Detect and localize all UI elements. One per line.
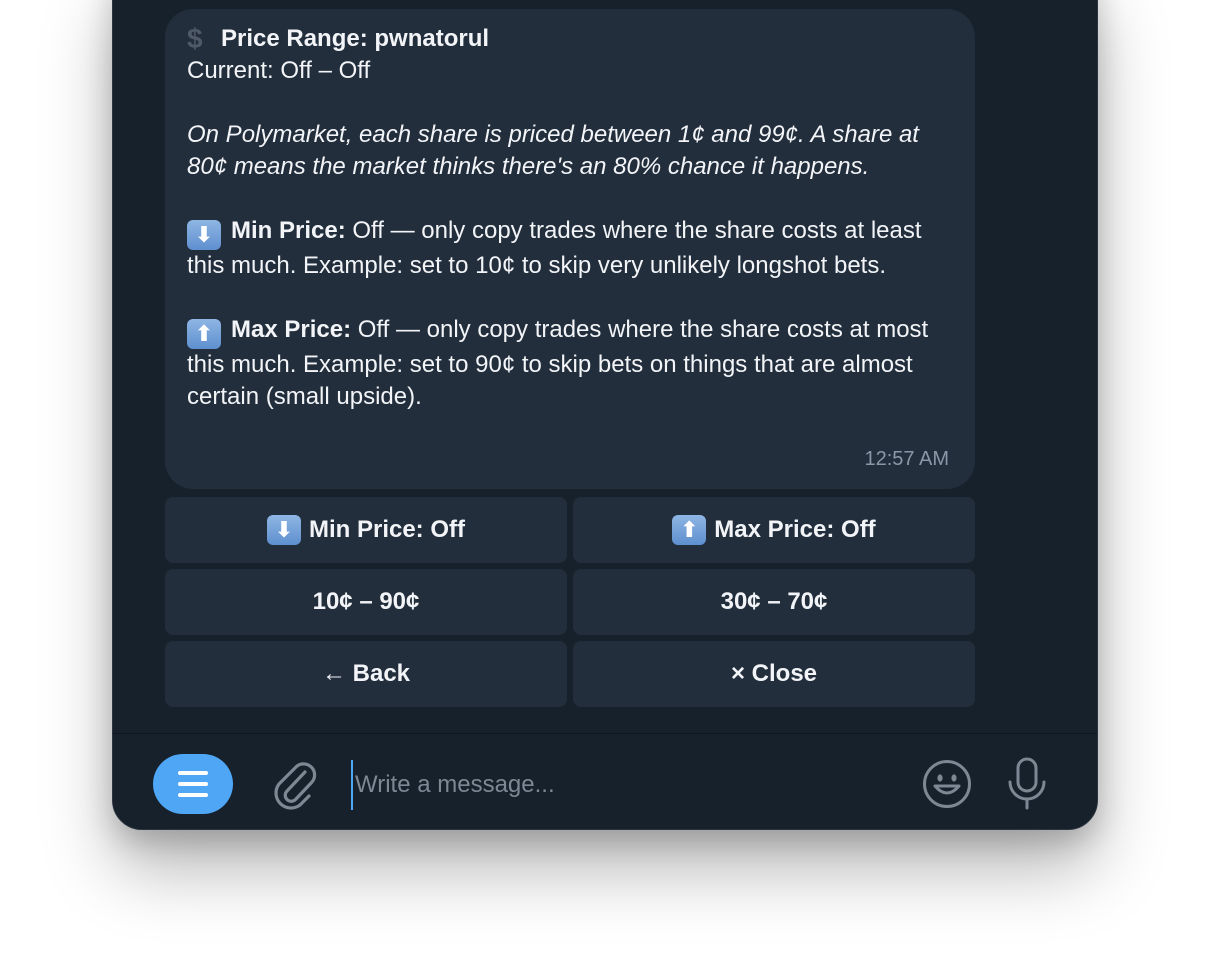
menu-icon-bar [178, 771, 208, 775]
emoji-icon[interactable] [921, 758, 973, 810]
message-input[interactable] [351, 760, 895, 810]
max-price-label: Max Price: [231, 316, 352, 343]
min-price-button-label: Min Price: Off [308, 516, 465, 543]
explanation-text: On Polymarket, each share is priced betw… [187, 121, 919, 180]
message-composer [113, 733, 1097, 829]
microphone-icon[interactable] [1005, 756, 1049, 812]
close-button[interactable]: × Close [573, 641, 975, 707]
dollar-icon: $ [187, 23, 203, 54]
menu-icon-bar [178, 782, 208, 786]
message-timestamp: 12:57 AM [864, 448, 949, 470]
inline-keyboard: ⬇ Min Price: Off ⬆ Max Price: Off 10¢ – 90… [165, 497, 975, 707]
preset-10-90-button[interactable]: 10¢ – 90¢ [165, 569, 567, 635]
current-range: Current: Off – Off [187, 57, 371, 84]
menu-icon-bar [178, 793, 208, 797]
back-button[interactable]: ← Back [165, 641, 567, 707]
bot-message-bubble: $ Price Range: pwnatorul Current: Off – O… [165, 9, 975, 489]
min-price-label: Min Price: [231, 217, 346, 244]
preset-30-70-button[interactable]: 30¢ – 70¢ [573, 569, 975, 635]
menu-button[interactable] [153, 754, 233, 814]
message-title: Price Range: pwnatorul [221, 25, 490, 52]
down-arrow-icon: ⬇ [187, 220, 221, 250]
max-price-button-label: Max Price: Off [714, 516, 876, 543]
chat-window: $ Price Range: pwnatorul Current: Off – O… [112, 0, 1098, 830]
max-price-description: ⬆ Max Price: Off — only copy trades where… [187, 314, 953, 413]
min-price-description: ⬇ Min Price: Off — only copy trades where… [187, 215, 953, 282]
paperclip-icon[interactable] [269, 758, 319, 810]
up-arrow-icon: ⬆ [187, 319, 221, 349]
down-arrow-icon: ⬇ [266, 515, 301, 545]
message-title-line: $ Price Range: pwnatorul [187, 23, 953, 55]
max-price-button[interactable]: ⬆ Max Price: Off [573, 497, 975, 563]
min-price-button[interactable]: ⬇ Min Price: Off [165, 497, 567, 563]
up-arrow-icon: ⬆ [672, 515, 707, 545]
